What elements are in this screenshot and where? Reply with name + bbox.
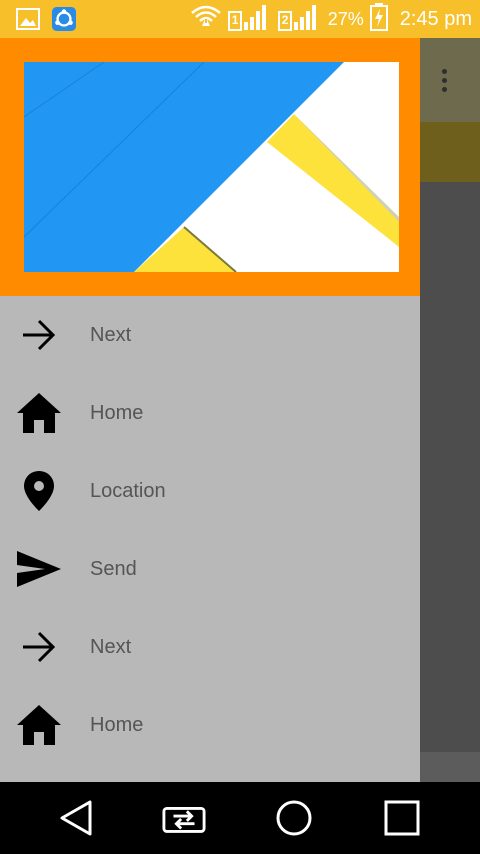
home-icon xyxy=(14,388,64,438)
wifi-icon xyxy=(190,4,222,35)
recent-apps-button[interactable] xyxy=(162,798,206,838)
arrow-right-icon xyxy=(14,310,64,360)
drawer-item-label: Next xyxy=(90,323,132,346)
gallery-icon xyxy=(16,7,40,31)
drawer-item-partial[interactable] xyxy=(0,764,420,782)
drawer-item-next[interactable]: Next xyxy=(0,608,420,686)
navigation-drawer: Next Home Location Send Next Home xyxy=(0,38,420,782)
drawer-item-next[interactable]: Next xyxy=(0,296,420,374)
status-bar: 1 2 27% 2:45 pm xyxy=(0,0,480,38)
navigation-bar xyxy=(0,782,480,854)
sim2-label: 2 xyxy=(281,12,289,27)
sim1-label: 1 xyxy=(231,12,239,27)
send-icon xyxy=(14,544,64,594)
drawer-item-home[interactable]: Home xyxy=(0,686,420,764)
drawer-item-label: Location xyxy=(90,479,166,502)
home-button[interactable] xyxy=(272,798,316,838)
home-circle-icon xyxy=(276,800,312,836)
drawer-item-label: Send xyxy=(90,557,137,580)
signal-sim1-icon: 1 xyxy=(227,2,272,37)
signal-sim2-icon: 2 xyxy=(277,2,322,37)
overflow-menu-icon[interactable] xyxy=(428,62,460,98)
drawer-item-location[interactable]: Location xyxy=(0,452,420,530)
header-material-image xyxy=(24,62,399,272)
drawer-item-label: Home xyxy=(90,713,144,736)
drawer-item-label: Home xyxy=(90,401,144,424)
drawer-item-send[interactable]: Send xyxy=(0,530,420,608)
back-button[interactable] xyxy=(54,798,98,838)
drawer-item-label: Next xyxy=(90,635,132,658)
square-icon xyxy=(384,800,420,836)
location-pin-icon xyxy=(14,466,64,516)
drawer-header xyxy=(0,38,420,296)
overview-button[interactable] xyxy=(380,798,424,838)
sync-app-icon xyxy=(52,7,76,31)
battery-percent: 27% xyxy=(327,8,364,29)
switch-apps-icon xyxy=(162,807,206,833)
battery-charging-icon xyxy=(369,2,388,36)
back-triangle-icon xyxy=(60,800,92,836)
clock: 2:45 pm xyxy=(399,7,472,30)
drawer-item-home[interactable]: Home xyxy=(0,374,420,452)
home-icon xyxy=(14,700,64,750)
arrow-right-icon xyxy=(14,622,64,672)
